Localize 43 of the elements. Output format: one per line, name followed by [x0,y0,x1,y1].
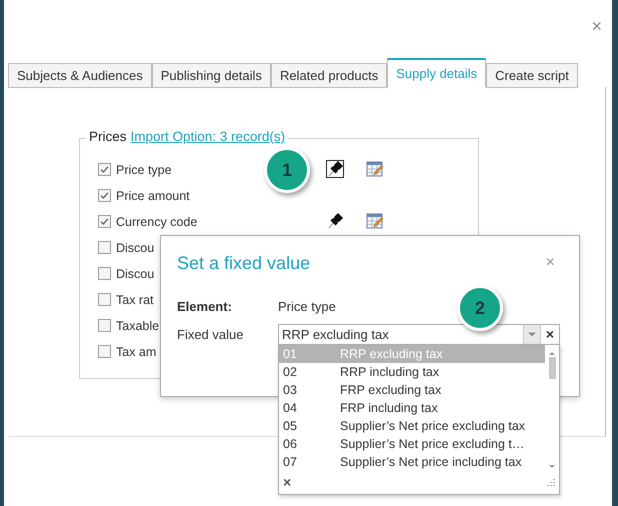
caret-icon[interactable] [523,324,540,344]
edit-table-icon[interactable] [366,212,384,230]
dropdown-option[interactable]: 02 RRP including tax [279,363,545,381]
checkbox[interactable] [98,344,111,358]
pin-icon[interactable] [326,160,344,178]
element-label: Element: [177,298,233,314]
checkbox[interactable] [98,162,111,176]
dropdown-option[interactable]: 04 FRP including tax [279,399,545,417]
checkbox[interactable] [98,240,111,254]
dropdown-option[interactable]: 03 FRP excluding tax [279,381,545,399]
pin-icon[interactable] [326,212,344,230]
field-label: Tax rat [116,292,154,306]
fixed-value-label: Fixed value [177,326,244,342]
scroll-up-icon[interactable] [547,349,557,357]
checkbox[interactable] [98,318,111,332]
field-label: Currency code [116,214,198,228]
dropdown-option[interactable]: 05 Supplier’s Net price excluding tax [279,417,545,435]
dropdown-option[interactable]: 07 Supplier’s Net price including tax [279,453,545,471]
checkbox[interactable] [98,266,111,280]
field-label: Discou [116,240,154,254]
dialog-title: Set a fixed value [177,252,310,274]
field-label: Price type [116,162,172,176]
checkbox[interactable] [98,188,111,202]
field-label: Price amount [116,188,190,202]
field-label: Discou [116,266,154,280]
field-label: Taxable [116,318,160,332]
tab[interactable]: Publishing details [152,63,271,88]
tab[interactable]: Create script [486,63,578,88]
field-label: Tax am [116,344,156,358]
element-value: Price type [278,298,336,314]
tab[interactable]: Subjects & Audiences [8,63,152,88]
checkbox[interactable] [98,292,111,306]
scroll-down-icon[interactable] [547,463,557,471]
checkbox[interactable] [98,214,111,228]
clear-button[interactable]: × [283,474,292,490]
close-button[interactable]: × [587,16,606,36]
resize-grip-icon[interactable] [546,477,556,487]
callout-badge: 1 [264,147,310,193]
tab[interactable]: Related products [270,63,388,88]
scrollbar-thumb[interactable] [548,357,556,379]
group-legend: Prices [89,129,127,144]
dropdown-option[interactable]: 06 Supplier’s Net price excluding t… [279,435,545,453]
edit-table-icon[interactable] [366,160,384,178]
